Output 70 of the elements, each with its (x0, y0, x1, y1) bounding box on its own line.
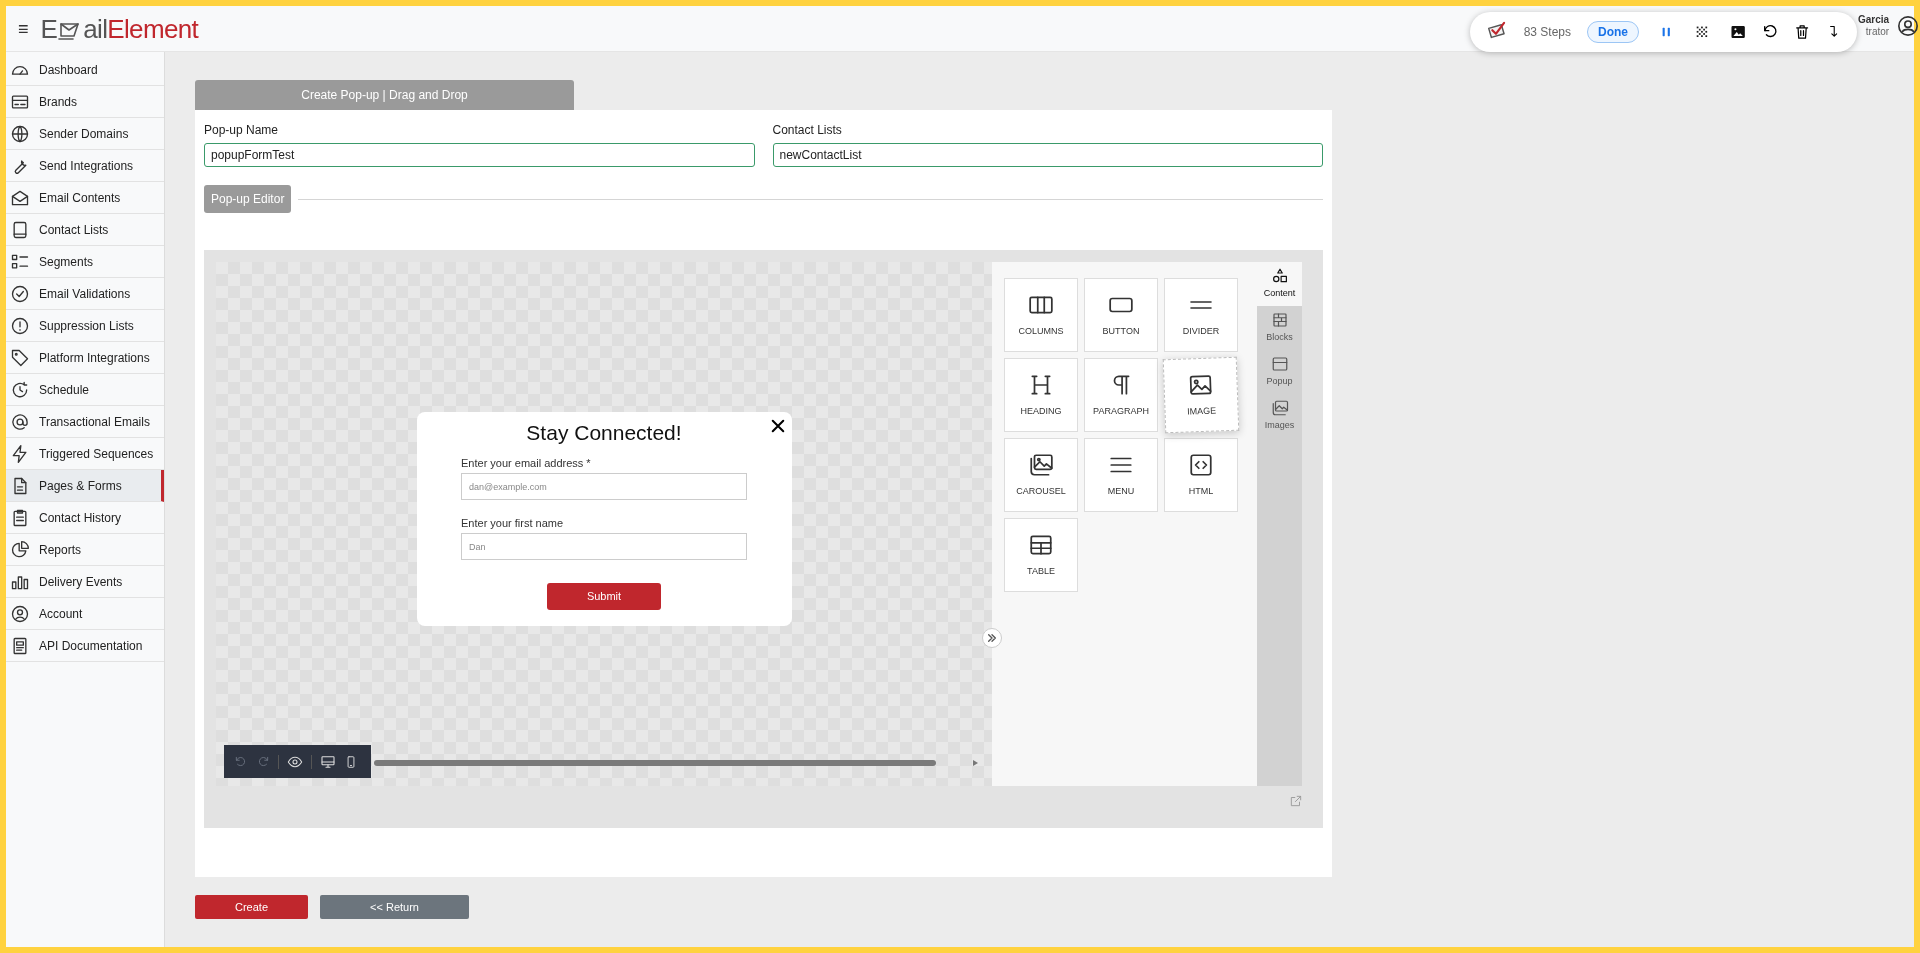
content-tile[interactable]: CAROUSEL (1004, 438, 1078, 512)
content-tile[interactable]: TABLE (1004, 518, 1078, 592)
check-circle-icon (10, 283, 30, 304)
text-field[interactable]: newContactList (772, 143, 1323, 167)
divider-icon (1188, 300, 1214, 309)
globe-icon (10, 123, 30, 144)
exclamation-circle-icon (10, 315, 30, 336)
field-label: Enter your email address * (461, 456, 592, 470)
collapse-button[interactable] (982, 628, 1002, 648)
at-icon (10, 411, 30, 432)
trash-icon[interactable] (1794, 23, 1811, 41)
create-button[interactable]: Create (195, 895, 308, 919)
input-field[interactable]: Dan (461, 533, 747, 560)
content-tile[interactable]: IMAGE (1162, 356, 1240, 434)
user-role: trator (1865, 26, 1890, 38)
panel-tab[interactable]: Blocks (1257, 306, 1302, 350)
panel-tab[interactable]: Popup (1257, 350, 1302, 394)
gallery-icon (1270, 399, 1289, 418)
content-tile[interactable]: HEADING (1004, 358, 1078, 432)
tile-label: HTML (1188, 484, 1214, 498)
tile-label: IMAGE (1186, 404, 1217, 419)
user-avatar-icon[interactable] (1897, 15, 1920, 37)
user-name: Garcia (1858, 14, 1890, 26)
logo-text: ail (83, 15, 108, 42)
content-tile[interactable]: HTML (1164, 438, 1238, 512)
desktop-icon[interactable] (320, 753, 336, 770)
code-icon (1188, 451, 1214, 478)
logo-text: E (40, 15, 58, 42)
tile-label: COLUMNS (1018, 324, 1064, 338)
tile-label: PARAGRAPH (1093, 404, 1149, 418)
tile-label: MENU (1107, 484, 1135, 498)
scrollbar-thumb[interactable] (374, 760, 936, 766)
image-icon[interactable] (1729, 23, 1747, 41)
section-label: Pop-up Editor (204, 185, 292, 213)
window-icon (1270, 355, 1289, 374)
done-button[interactable]: Done (1587, 21, 1640, 43)
pie-chart-icon (10, 539, 30, 560)
field-label: Pop-up Name (204, 123, 280, 137)
content-tile[interactable]: BUTTON (1084, 278, 1158, 352)
clock-icon (10, 379, 30, 400)
mobile-icon[interactable] (344, 753, 358, 770)
double-chevron-icon (987, 633, 997, 643)
tile-label: TABLE (1027, 564, 1055, 578)
input-field[interactable]: dan@example.com (461, 473, 747, 500)
tile-label: BUTTON (1102, 324, 1140, 338)
logo-text: Element (107, 15, 199, 42)
bricks-icon (1270, 311, 1289, 330)
tile-label: CAROUSEL (1016, 484, 1066, 498)
close-icon[interactable] (770, 419, 785, 433)
scroll-right-arrow-icon[interactable] (971, 759, 979, 767)
panel-tab[interactable]: Images (1257, 394, 1302, 438)
content-tile[interactable]: DIVIDER (1164, 278, 1238, 352)
tile-label: DIVIDER (1182, 324, 1220, 338)
step-count: 83 Steps (1523, 24, 1572, 41)
field-label: Enter your first name (461, 516, 565, 530)
tag-icon (10, 347, 30, 368)
content-tile[interactable]: MENU (1084, 438, 1158, 512)
menu-button[interactable]: ≡ (18, 19, 29, 38)
user-circle-icon (10, 603, 30, 624)
panel-tab[interactable]: Content (1257, 262, 1302, 306)
popup-title: Stay Connected! (526, 420, 682, 446)
tile-label: HEADING (1020, 404, 1062, 418)
text-field[interactable]: popupFormTest (204, 143, 755, 167)
sidebar-item[interactable]: Pages & Forms (6, 470, 164, 502)
submit-button[interactable]: Submit (547, 583, 661, 610)
gallery-icon (1028, 451, 1054, 478)
content-tile[interactable]: COLUMNS (1004, 278, 1078, 352)
return-button[interactable]: << Return (320, 895, 469, 919)
content-tile[interactable]: PARAGRAPH (1084, 358, 1158, 432)
field-label: Contact Lists (772, 123, 843, 137)
